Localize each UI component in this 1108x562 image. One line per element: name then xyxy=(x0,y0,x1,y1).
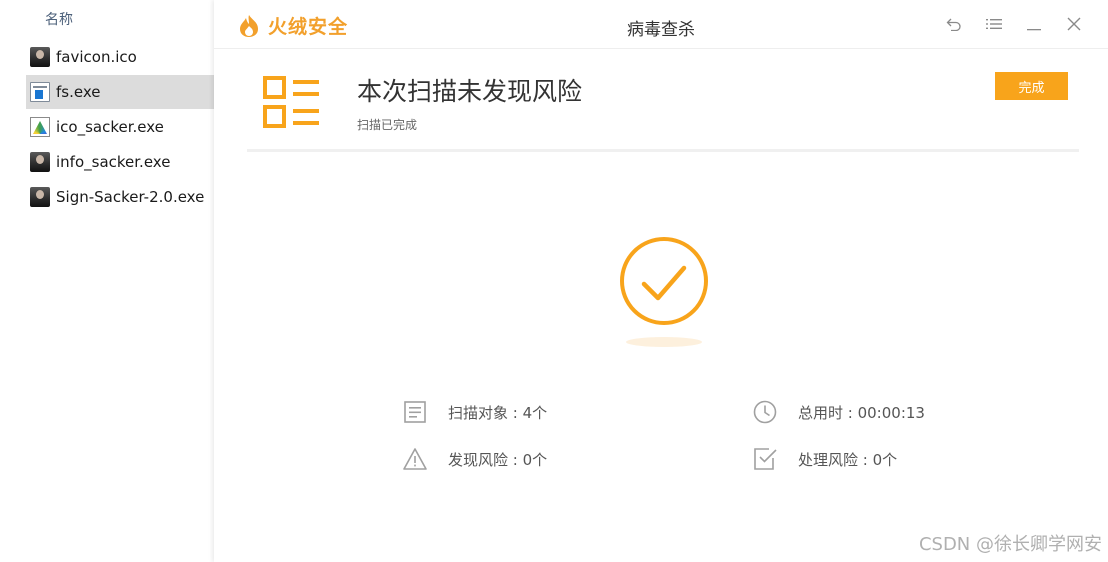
photo-thumbnail-icon xyxy=(30,187,50,207)
photo-thumbnail-icon xyxy=(30,152,50,172)
scan-status-subtitle: 扫描已完成 xyxy=(357,118,418,132)
file-item-ico-sacker[interactable]: ico_sacker.exe xyxy=(26,110,214,144)
stat-scanned-objects: 扫描对象 : 4个 xyxy=(402,399,547,425)
photo-thumbnail-icon xyxy=(30,47,50,67)
stat-risks-found-label: 发现风险 : 0个 xyxy=(448,450,548,469)
file-item-fs-exe[interactable]: fs.exe xyxy=(26,75,214,109)
file-item-info-sacker[interactable]: info_sacker.exe xyxy=(26,145,214,179)
menu-icon xyxy=(986,19,1002,29)
column-header-name[interactable]: 名称 xyxy=(45,9,73,29)
file-name: Sign-Sacker-2.0.exe xyxy=(56,188,205,206)
stat-risks-handled-label: 处理风险 : 0个 xyxy=(798,450,898,469)
clock-icon xyxy=(753,400,777,424)
document-list-icon xyxy=(404,401,426,423)
close-icon xyxy=(1067,17,1081,31)
header-divider xyxy=(247,149,1079,152)
stat-risks-handled: 处理风险 : 0个 xyxy=(752,446,897,472)
file-item-sign-sacker[interactable]: Sign-Sacker-2.0.exe xyxy=(26,180,214,214)
minimize-button[interactable] xyxy=(1014,12,1054,36)
exe-file-icon xyxy=(30,82,50,102)
stat-total-time: 总用时 : 00:00:13 xyxy=(752,399,925,425)
report-list-icon xyxy=(263,76,319,128)
back-button[interactable] xyxy=(934,12,974,36)
stat-risks-found: 发现风险 : 0个 xyxy=(402,446,547,472)
close-button[interactable] xyxy=(1054,12,1094,36)
file-item-favicon[interactable]: favicon.ico xyxy=(26,40,214,74)
file-name: favicon.ico xyxy=(56,48,137,66)
stat-scanned-label: 扫描对象 : 4个 xyxy=(448,403,548,422)
title-bar[interactable]: 火绒安全 病毒查杀 xyxy=(214,0,1108,49)
file-name: info_sacker.exe xyxy=(56,153,171,171)
rainbow-app-icon xyxy=(30,117,50,137)
window-controls xyxy=(934,12,1094,36)
warning-triangle-icon xyxy=(403,448,427,470)
back-icon xyxy=(946,18,961,31)
done-button[interactable]: 完成 xyxy=(995,72,1068,100)
scan-result-title: 本次扫描未发现风险 xyxy=(357,77,583,106)
menu-button[interactable] xyxy=(974,12,1014,36)
minimize-icon xyxy=(1027,29,1041,31)
checkbox-checked-icon xyxy=(754,448,777,470)
success-check-icon xyxy=(620,237,708,347)
csdn-watermark: CSDN @徐长卿学网安 xyxy=(918,534,1102,555)
stat-duration-label: 总用时 : 00:00:13 xyxy=(798,403,925,422)
virus-scan-window: 火绒安全 病毒查杀 本次扫描未发现风险 扫描已完成 完成 扫描对象: 4个 总… xyxy=(214,0,1108,562)
file-name: fs.exe xyxy=(56,83,101,101)
file-name: ico_sacker.exe xyxy=(56,118,164,136)
file-explorer-pane: 名称 favicon.ico fs.exe ico_sacker.exe inf… xyxy=(0,0,215,562)
